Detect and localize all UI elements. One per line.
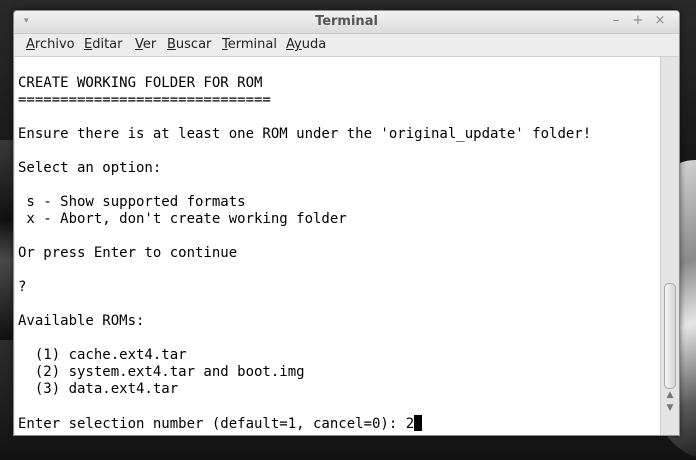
terminal-line: ============================== bbox=[18, 92, 271, 108]
title-bar[interactable]: ▾ Terminal – + × bbox=[14, 11, 679, 34]
menu-archivo-mnemonic: A bbox=[26, 37, 35, 52]
terminal-line: x - Abort, don't create working folder bbox=[18, 211, 347, 227]
menu-bar: Archivo Editar Ver Buscar Terminal Ayuda bbox=[14, 34, 679, 57]
menu-editar-mnemonic: E bbox=[84, 37, 93, 52]
close-button[interactable]: × bbox=[652, 13, 668, 28]
terminal-line: Select an option: bbox=[18, 160, 162, 176]
terminal-window: ▾ Terminal – + × Archivo Editar Ver Busc… bbox=[13, 10, 680, 436]
vertical-scrollbar[interactable]: ▲ ▼ bbox=[660, 57, 679, 435]
scroll-down-icon[interactable]: ▼ bbox=[661, 403, 679, 413]
menu-buscar-mnemonic: B bbox=[167, 37, 176, 52]
menu-terminal-label: erminal bbox=[227, 37, 277, 52]
menu-ayuda-mnemonic: Ay bbox=[286, 37, 302, 52]
menu-terminal[interactable]: Terminal bbox=[222, 37, 277, 52]
maximize-button[interactable]: + bbox=[630, 13, 646, 28]
terminal-output[interactable]: CREATE WORKING FOLDER FOR ROM ==========… bbox=[15, 57, 660, 435]
terminal-line: Or press Enter to continue bbox=[18, 245, 238, 261]
terminal-line: CREATE WORKING FOLDER FOR ROM bbox=[18, 75, 263, 91]
minimize-button[interactable]: – bbox=[608, 13, 624, 28]
menu-ayuda[interactable]: Ayuda bbox=[286, 37, 326, 52]
menu-archivo-label: rchivo bbox=[34, 37, 75, 52]
menu-ver-label: er bbox=[142, 37, 157, 52]
menu-editar-label: ditar bbox=[92, 37, 123, 52]
menu-ver[interactable]: Ver bbox=[135, 37, 156, 52]
terminal-line: (2) system.ext4.tar and boot.img bbox=[18, 364, 305, 380]
menu-ayuda-label: uda bbox=[301, 37, 327, 52]
scrollbar-thumb[interactable] bbox=[664, 283, 676, 389]
window-title: Terminal bbox=[315, 14, 378, 29]
terminal-line: s - Show supported formats bbox=[18, 194, 246, 210]
terminal-prompt-line: Enter selection number (default=1, cance… bbox=[18, 415, 423, 432]
terminal-line: Available ROMs: bbox=[18, 313, 145, 329]
terminal-line: (3) data.ext4.tar bbox=[18, 381, 179, 397]
menu-ver-mnemonic: V bbox=[135, 37, 143, 52]
text-cursor bbox=[414, 415, 423, 431]
terminal-line: Ensure there is at least one ROM under t… bbox=[18, 126, 592, 142]
menu-buscar-label: uscar bbox=[175, 37, 212, 52]
scroll-up-icon[interactable]: ▲ bbox=[661, 390, 679, 400]
menu-editar[interactable]: Editar bbox=[84, 37, 123, 52]
desktop-wallpaper-left bbox=[0, 140, 14, 340]
terminal-prompt-text: Enter selection number (default=1, cance… bbox=[18, 416, 415, 432]
terminal-line: ? bbox=[18, 279, 27, 295]
terminal-line: (1) cache.ext4.tar bbox=[18, 347, 187, 363]
menu-buscar[interactable]: Buscar bbox=[167, 37, 211, 52]
menu-archivo[interactable]: Archivo bbox=[26, 37, 75, 52]
